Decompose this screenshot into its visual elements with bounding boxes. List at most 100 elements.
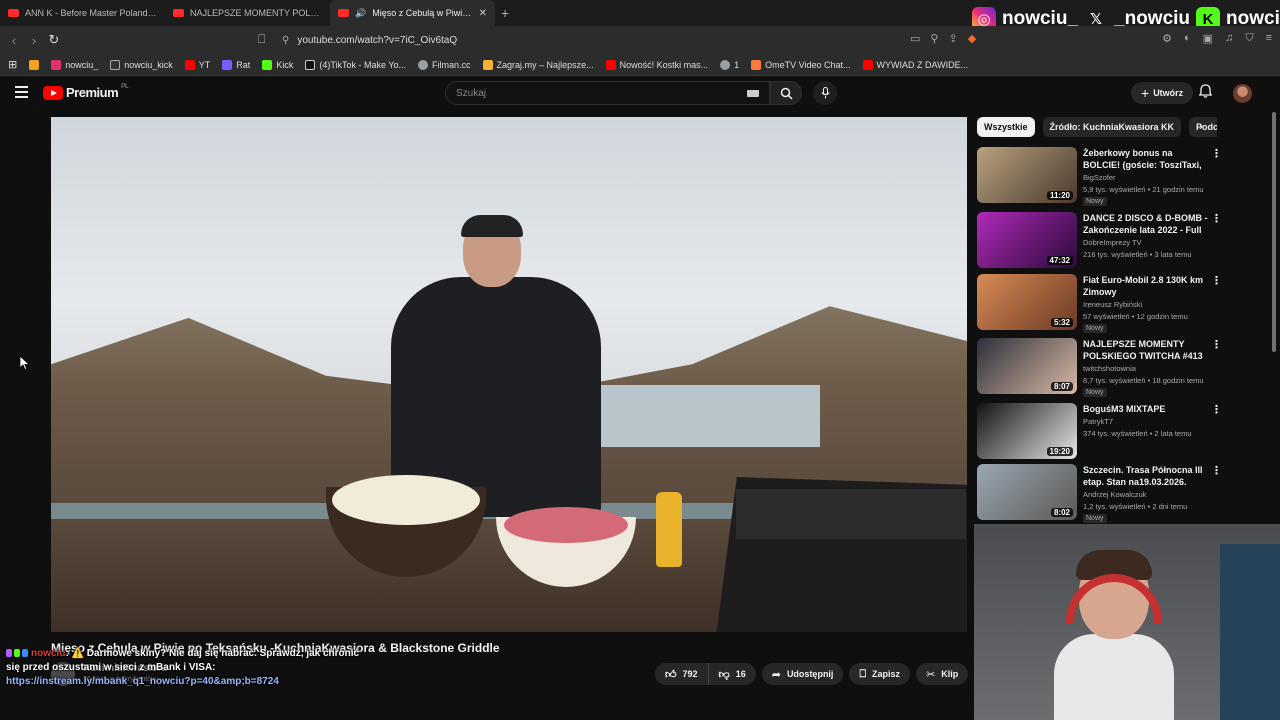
recommended-video-title[interactable]: Fiat Euro-Mobil 2.8 130K km Zimowy — [1083, 274, 1208, 298]
recommended-video-title[interactable]: Żeberkowy bonus na BOLCIE! (goście: Tosz… — [1083, 147, 1208, 171]
site-info-icon[interactable]: ⚲ — [282, 35, 289, 46]
recommended-video[interactable]: 19:20 BoguśM3 MIXTAPE PatrykT7 374 tys. wyś… — [977, 403, 1222, 461]
like-button[interactable]: 👍︎ 792 — [655, 663, 709, 685]
translate-icon[interactable]: ◐ — [1184, 32, 1191, 45]
recommended-video[interactable]: 47:32 DANCE 2 DISCO & D-BOMB - Zakończeni… — [977, 212, 1222, 270]
share-label: Udostępnij — [786, 669, 834, 679]
vpn-icon[interactable]: ⛉ — [1245, 32, 1253, 45]
recommended-video-channel[interactable]: PatrykT7 — [1083, 417, 1208, 426]
save-button[interactable]: ⎕ Zapisz — [849, 663, 911, 685]
share-button[interactable]: ➦ Udostępnij — [761, 663, 844, 685]
bookmark-label: Zagraj.my – Najlepsze... — [496, 59, 594, 70]
browser-tab-title: NAJLEPSZE MOMENTY POLSKIEGO T... — [190, 8, 322, 18]
bookmark-item[interactable]: Filman.cc — [418, 59, 471, 70]
bookmark-item[interactable]: nowciu_kick — [110, 59, 173, 70]
video-thumbnail[interactable]: 8:07 — [977, 338, 1077, 394]
bookmark-item[interactable]: nowciu_ — [51, 59, 98, 70]
bookmark-item[interactable]: WYWIAD Z DAWIDE... — [862, 59, 969, 70]
youtube-logo[interactable]: Premium PL — [43, 84, 128, 100]
recommended-video-channel[interactable]: twitchshotownia — [1083, 364, 1208, 373]
more-vert-icon[interactable]: ⋮ — [1211, 274, 1222, 287]
browser-tab-3[interactable]: 🔊 Mięso z Cebulą w Piwie po Te... ✕ — [330, 0, 495, 26]
recommended-video-channel[interactable]: DobreImprezy TV — [1083, 238, 1208, 247]
search-button[interactable] — [770, 81, 802, 105]
browser-menu-icon[interactable]: ≡ — [1266, 32, 1272, 45]
cast-icon[interactable]: ▭ — [910, 32, 920, 45]
more-vert-icon[interactable]: ⋮ — [1211, 147, 1222, 160]
bookmark-item[interactable]: Nowość! Kostki mas... — [605, 59, 708, 70]
recommended-video[interactable]: 8:02 Szczecin. Trasa Północna III etap. S… — [977, 464, 1222, 523]
streamer — [1054, 550, 1174, 720]
shield-icon[interactable]: ◆ — [968, 32, 976, 45]
reload-icon[interactable]: ↻ — [44, 32, 64, 48]
more-vert-icon[interactable]: ⋮ — [1211, 338, 1222, 351]
more-vert-icon[interactable]: ⋮ — [1211, 403, 1222, 416]
chevron-right-icon[interactable]: › — [1199, 119, 1203, 133]
bookmark-favicon-icon — [751, 59, 762, 70]
zoom-icon[interactable]: ⚲ — [930, 32, 938, 45]
keyboard-icon[interactable] — [747, 90, 759, 97]
chip-source[interactable]: Źródło: KuchniaKwasiora KK — [1042, 117, 1182, 137]
recommended-video[interactable]: 5:32 Fiat Euro-Mobil 2.8 130K km Zimowy Ir… — [977, 274, 1222, 333]
url-text: youtube.com/watch?v=7iC_Oiv6taQ — [297, 34, 458, 46]
video-thumbnail[interactable]: 5:32 — [977, 274, 1077, 330]
sidebar-icon[interactable]: ▣ — [1203, 32, 1213, 45]
notifications-bell-icon[interactable] — [1198, 84, 1213, 101]
video-thumbnail[interactable]: 8:02 — [977, 464, 1077, 520]
close-tab-icon[interactable]: ✕ — [479, 8, 487, 19]
url-field[interactable]: ⚲ youtube.com/watch?v=7iC_Oiv6taQ — [282, 31, 982, 49]
bookmark-item[interactable]: Zagraj.my – Najlepsze... — [482, 59, 594, 70]
chat-link[interactable]: https://instream.ly/mbank_q1_nowciu?p=40… — [6, 676, 359, 690]
recommended-video-channel[interactable]: Ireneusz Rybiński — [1083, 300, 1208, 309]
recommended-video-title[interactable]: BoguśM3 MIXTAPE — [1083, 403, 1208, 415]
clip-button[interactable]: ✂ Klip — [916, 663, 969, 685]
speaker-icon[interactable]: 🔊 — [355, 8, 366, 19]
share-icon[interactable]: ⇪ — [948, 32, 957, 45]
recommended-video-title[interactable]: DANCE 2 DISCO & D-BOMB - Zakończenie lat… — [1083, 212, 1208, 236]
browser-tab-2[interactable]: NAJLEPSZE MOMENTY POLSKIEGO T... — [165, 0, 330, 26]
voice-search-button[interactable] — [813, 81, 837, 105]
recommended-video[interactable]: 8:07 NAJLEPSZE MOMENTY POLSKIEGO TWITCHA … — [977, 338, 1222, 397]
video-thumbnail[interactable]: 19:20 — [977, 403, 1077, 459]
hamburger-menu-icon[interactable] — [15, 86, 28, 101]
bookmark-label: WYWIAD Z DAWIDE... — [876, 59, 969, 70]
video-player[interactable] — [51, 117, 967, 632]
search-input[interactable]: Szukaj — [445, 81, 770, 105]
recommended-video-channel[interactable]: Andrzej Kowalczuk — [1083, 490, 1208, 499]
bookmark-page-icon[interactable]: ⎕ — [258, 32, 265, 47]
webcam-overlay — [974, 524, 1280, 720]
recommended-video-title[interactable]: NAJLEPSZE MOMENTY POLSKIEGO TWITCHA #413 — [1083, 338, 1208, 362]
bookmark-item[interactable]: YT — [184, 59, 210, 70]
chip-podcasts[interactable]: Podcasty — [1189, 117, 1217, 137]
bookmark-label: Filman.cc — [432, 59, 471, 70]
browser-tab-1[interactable]: ANN K - Before Master Poland Dj Ba... — [0, 0, 165, 26]
extension-icon[interactable]: ⚙ — [1162, 32, 1172, 45]
create-button[interactable]: + Utwórz — [1131, 82, 1194, 104]
forward-icon[interactable]: › — [24, 33, 44, 48]
bookmark-item[interactable]: Kick — [262, 59, 293, 70]
account-avatar[interactable] — [1233, 84, 1252, 103]
bookmark-folder[interactable] — [29, 59, 40, 70]
back-icon[interactable]: ‹ — [4, 33, 24, 48]
music-icon[interactable]: ♫ — [1225, 32, 1233, 45]
apps-icon[interactable]: ⊞ — [8, 58, 17, 71]
bookmark-item[interactable]: Rat — [222, 59, 250, 70]
bookmark-item[interactable]: OmeTV Video Chat... — [751, 59, 851, 70]
more-vert-icon[interactable]: ⋮ — [1211, 464, 1222, 477]
chat-message-line2: się przed oszustami w sieci z mBank i VI… — [6, 662, 216, 673]
recommended-video-channel[interactable]: BigSzofer — [1083, 173, 1208, 182]
bookmark-item[interactable]: 1 — [720, 59, 739, 70]
chip-all[interactable]: Wszystkie — [977, 117, 1035, 137]
bookmark-favicon-icon — [605, 59, 616, 70]
new-tab-button[interactable]: + — [501, 5, 509, 21]
recommended-video[interactable]: 11:20 Żeberkowy bonus na BOLCIE! (goście:… — [977, 147, 1222, 206]
dislike-button[interactable]: 👎︎ 16 — [708, 663, 756, 685]
mouse-cursor-icon — [19, 355, 31, 373]
video-thumbnail[interactable]: 47:32 — [977, 212, 1077, 268]
recommended-video-title[interactable]: Szczecin. Trasa Północna III etap. Stan … — [1083, 464, 1208, 488]
more-vert-icon[interactable]: ⋮ — [1211, 212, 1222, 225]
chat-username: nowciu — [31, 648, 66, 659]
page-scrollbar[interactable] — [1272, 112, 1276, 352]
bookmark-item[interactable]: (4)TikTok - Make Yo... — [305, 59, 406, 70]
video-thumbnail[interactable]: 11:20 — [977, 147, 1077, 203]
